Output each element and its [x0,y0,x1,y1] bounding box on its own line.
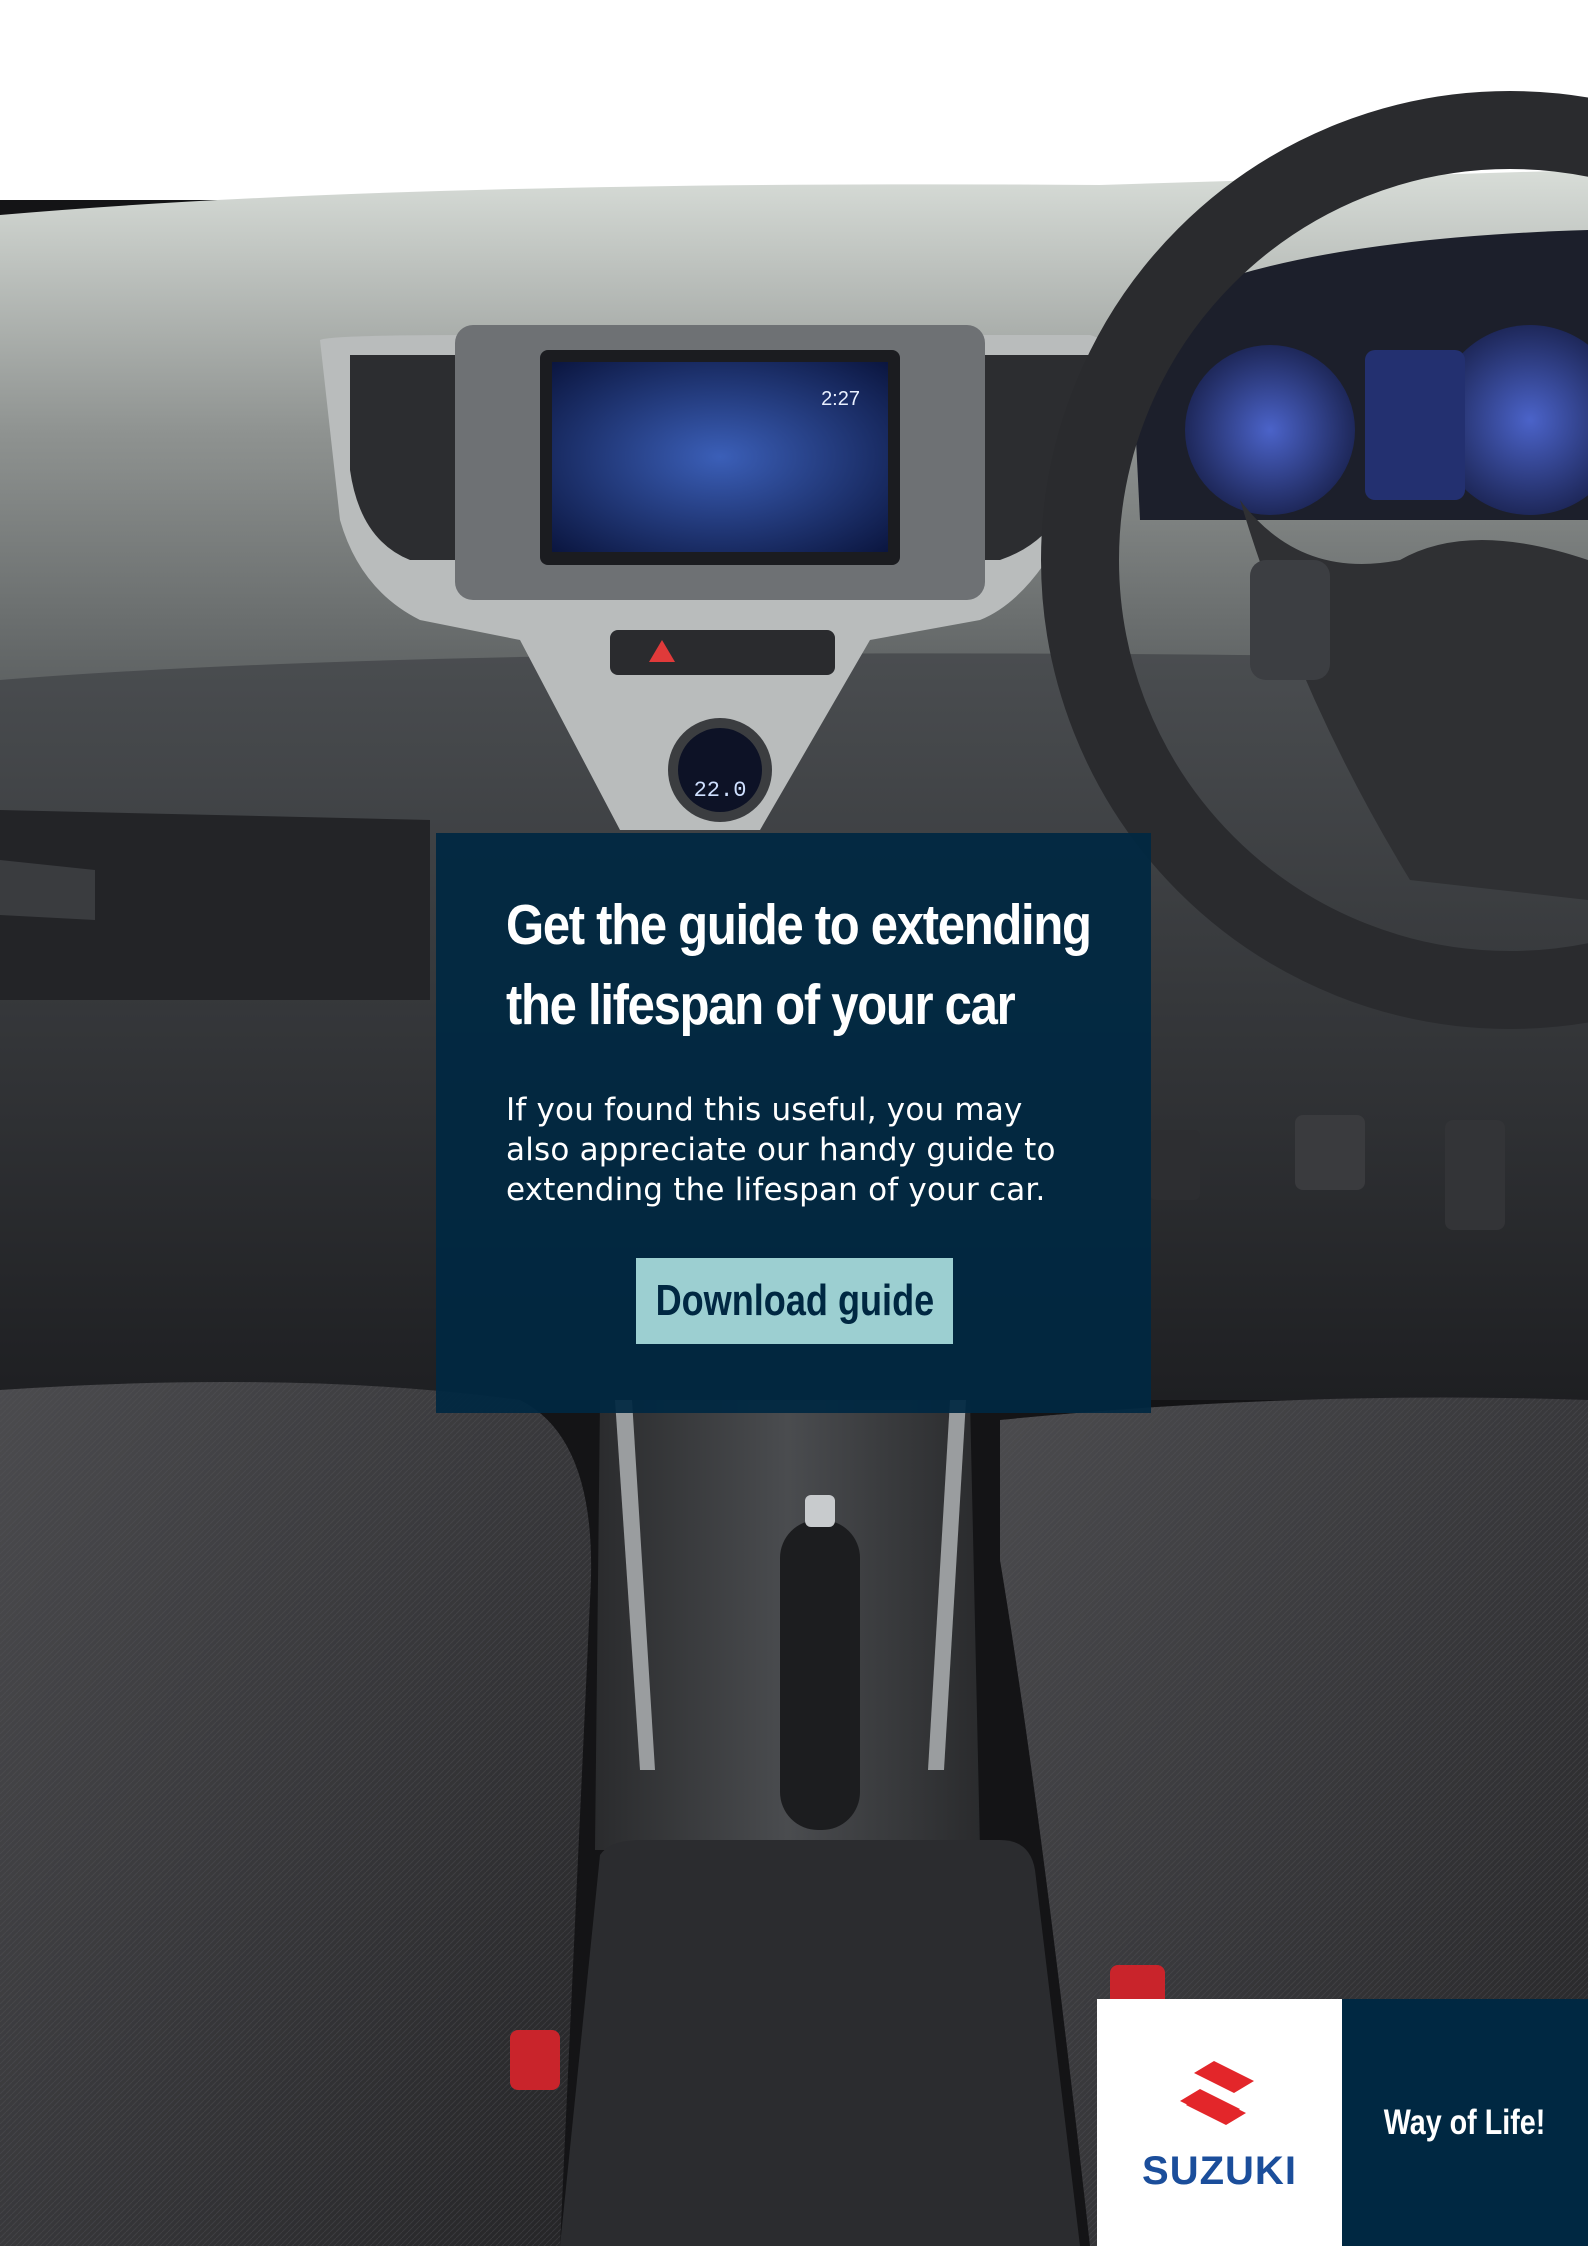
brand-name: SUZUKI [1142,2149,1297,2193]
svg-text:22.0: 22.0 [694,778,747,803]
suzuki-s-logo-icon [1179,2061,1254,2125]
guide-promo-panel: Get the guide to extending the lifespan … [436,833,1151,1413]
promo-headline: Get the guide to extending the lifespan … [506,893,1092,1037]
download-guide-button-label: Download guide [655,1276,934,1325]
promo-description: If you found this useful, you may also a… [506,1092,1056,1208]
brand-logo: SUZUKI [1097,1999,1342,2246]
svg-text:2:27: 2:27 [821,388,860,410]
brand-tagline-box: Way of Life! [1342,1999,1588,2246]
download-guide-button[interactable]: Download guide [636,1258,953,1344]
brand-tagline: Way of Life! [1384,2102,1546,2142]
